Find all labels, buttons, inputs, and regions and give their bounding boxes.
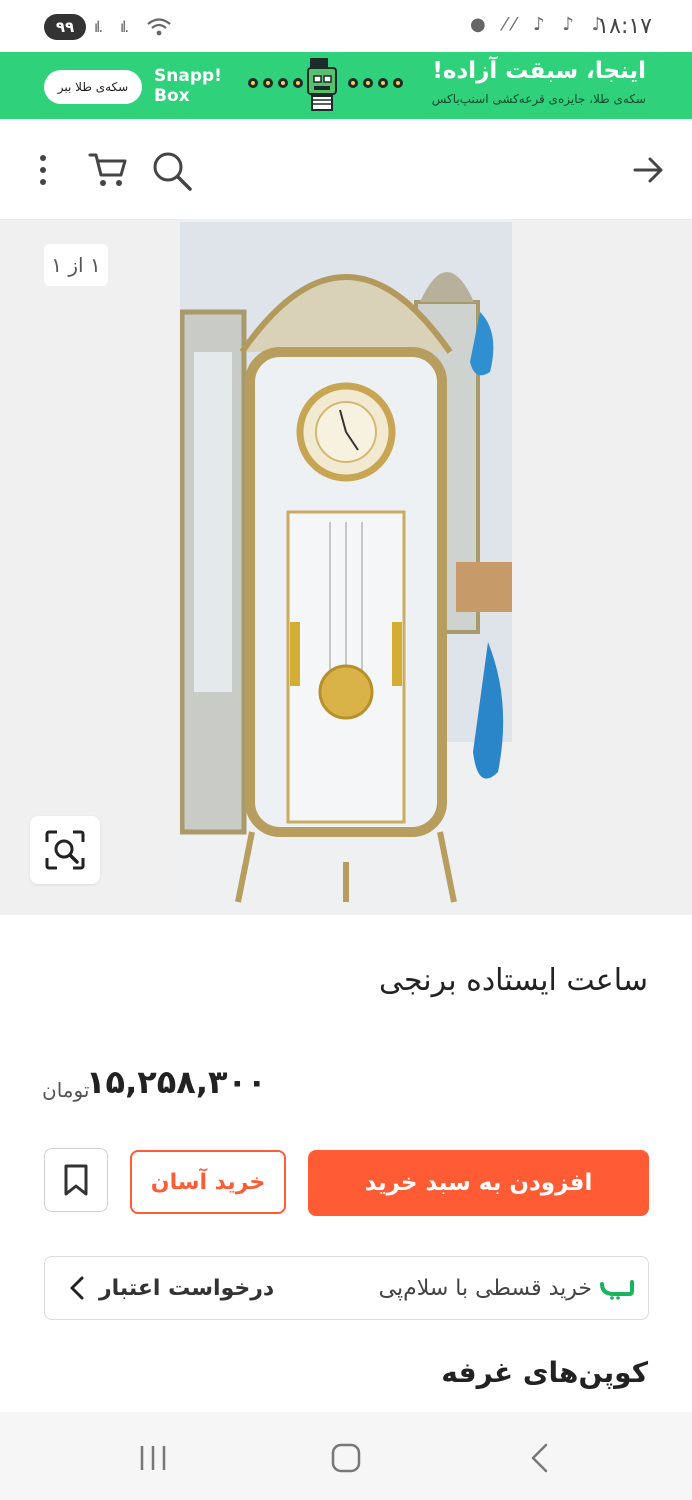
home-icon[interactable] [330, 1442, 362, 1474]
decor-dots [248, 78, 303, 88]
notification-icons: ● ⁄⁄ ♪ ♪ ♪ [470, 14, 610, 35]
chevron-left-icon [70, 1276, 84, 1300]
credit-request-label: درخواست اعتبار [99, 1275, 275, 1301]
back-icon[interactable] [528, 1442, 550, 1474]
visual-search-button[interactable] [30, 816, 100, 884]
add-to-cart-button[interactable]: افزودن به سبد خرید [308, 1150, 649, 1216]
promo-banner[interactable]: سکه‌ی طلا ببر Snapp! Box اینجا، سبقت آزا… [0, 52, 692, 119]
system-nav-bar [0, 1412, 692, 1500]
search-icon[interactable] [150, 149, 194, 191]
easy-buy-button[interactable]: خرید آسان [130, 1150, 286, 1214]
coupons-section-title: کوپن‌های غرفه [441, 1356, 648, 1389]
brand-line-1: Snapp! [154, 66, 222, 86]
banner-subtitle: سکه‌ی طلا، جایزه‌ی قرعه‌کشی اسنپ‌باکس [431, 92, 646, 106]
more-vertical-icon[interactable] [36, 153, 50, 187]
decor-dots [348, 78, 403, 88]
mascot-icon [307, 58, 337, 111]
product-gallery[interactable]: ۱ از ۱ [0, 220, 692, 915]
image-counter: ۱ از ۱ [44, 244, 108, 286]
installment-text: خرید قسطی با سلام‌پی [378, 1275, 592, 1301]
battery-indicator: ۹۹ [44, 14, 86, 40]
status-bar: ۹۹ ıl. ıl. ● ⁄⁄ ♪ ♪ ♪ ۱۸:۱۷ [0, 0, 692, 52]
banner-title: اینجا، سبقت آزاده! [432, 58, 646, 84]
product-image[interactable] [180, 222, 512, 915]
banner-cta-button[interactable]: سکه‌ی طلا ببر [44, 70, 142, 104]
cart-icon[interactable] [88, 149, 130, 191]
brand-line-2: Box [154, 86, 190, 106]
bookmark-icon [64, 1164, 88, 1196]
bookmark-button[interactable] [44, 1148, 108, 1212]
wifi-icon [147, 18, 171, 36]
product-price: ۱۵,۲۵۸,۳۰۰ [86, 1063, 267, 1101]
app-bar [0, 119, 692, 220]
signal-icon: ıl. [94, 18, 103, 36]
arrow-right-icon[interactable] [632, 155, 666, 185]
recents-icon[interactable] [138, 1444, 168, 1472]
salampay-logo-icon [600, 1280, 634, 1300]
product-title: ساعت ایستاده برنجی [378, 963, 648, 998]
credit-request-row[interactable]: درخواست اعتبار خرید قسطی با سلام‌پی [44, 1256, 649, 1320]
image-search-icon [45, 830, 85, 870]
price-currency: تومان [42, 1078, 90, 1102]
clock: ۱۸:۱۷ [597, 14, 652, 39]
snappbox-logo: Snapp! Box [154, 66, 222, 106]
signal-icon: ıl. [120, 18, 129, 36]
